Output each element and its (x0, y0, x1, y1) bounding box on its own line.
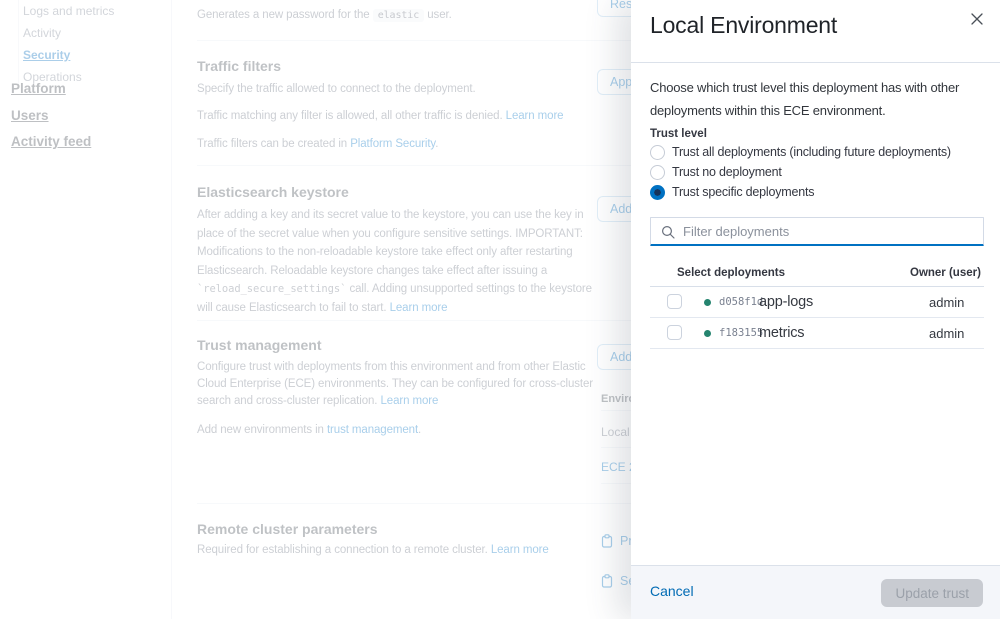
deployment-id: f183155 (719, 327, 763, 339)
radio-circle-icon (650, 145, 665, 160)
close-icon (971, 13, 983, 25)
close-flyout-button[interactable] (966, 8, 988, 30)
col-select-deployments: Select deployments (677, 267, 785, 279)
radio-trust-no-deployment[interactable]: Trust no deployment (650, 163, 782, 181)
deployment-row-app-logs[interactable]: d058f1d app-logs admin (650, 287, 984, 318)
deployment-owner: admin (929, 295, 964, 310)
row-checkbox[interactable] (667, 325, 682, 340)
flyout-title: Local Environment (650, 12, 837, 39)
deployment-id: d058f1d (719, 296, 763, 308)
cancel-button[interactable]: Cancel (650, 583, 694, 599)
radio-circle-icon (650, 165, 665, 180)
radio-trust-specific-deployments[interactable]: Trust specific deployments (650, 183, 814, 201)
filter-deployments-input[interactable] (683, 218, 979, 244)
health-dot-icon (704, 330, 711, 337)
filter-deployments-search (650, 217, 984, 246)
update-trust-button[interactable]: Update trust (881, 579, 983, 607)
radio-circle-icon (650, 185, 665, 200)
deployments-table-header: Select deployments Owner (user) (650, 263, 984, 287)
flyout-intro-text: Choose which trust level this deployment… (650, 76, 988, 122)
col-owner-user: Owner (user) (910, 267, 981, 279)
deployment-name: metrics (759, 325, 804, 341)
local-environment-flyout: Local Environment Choose which trust lev… (631, 0, 1000, 619)
health-dot-icon (704, 299, 711, 306)
divider (631, 62, 1000, 63)
trust-level-label: Trust level (650, 128, 707, 140)
flyout-footer: Cancel Update trust (631, 565, 1000, 619)
row-checkbox[interactable] (667, 294, 682, 309)
page: Logs and metrics Activity Security Opera… (0, 0, 1000, 619)
deployment-owner: admin (929, 326, 964, 341)
search-icon (661, 225, 676, 240)
deployment-name: app-logs (759, 294, 813, 310)
radio-trust-all-deployments[interactable]: Trust all deployments (including future … (650, 143, 951, 161)
deployment-row-metrics[interactable]: f183155 metrics admin (650, 318, 984, 349)
